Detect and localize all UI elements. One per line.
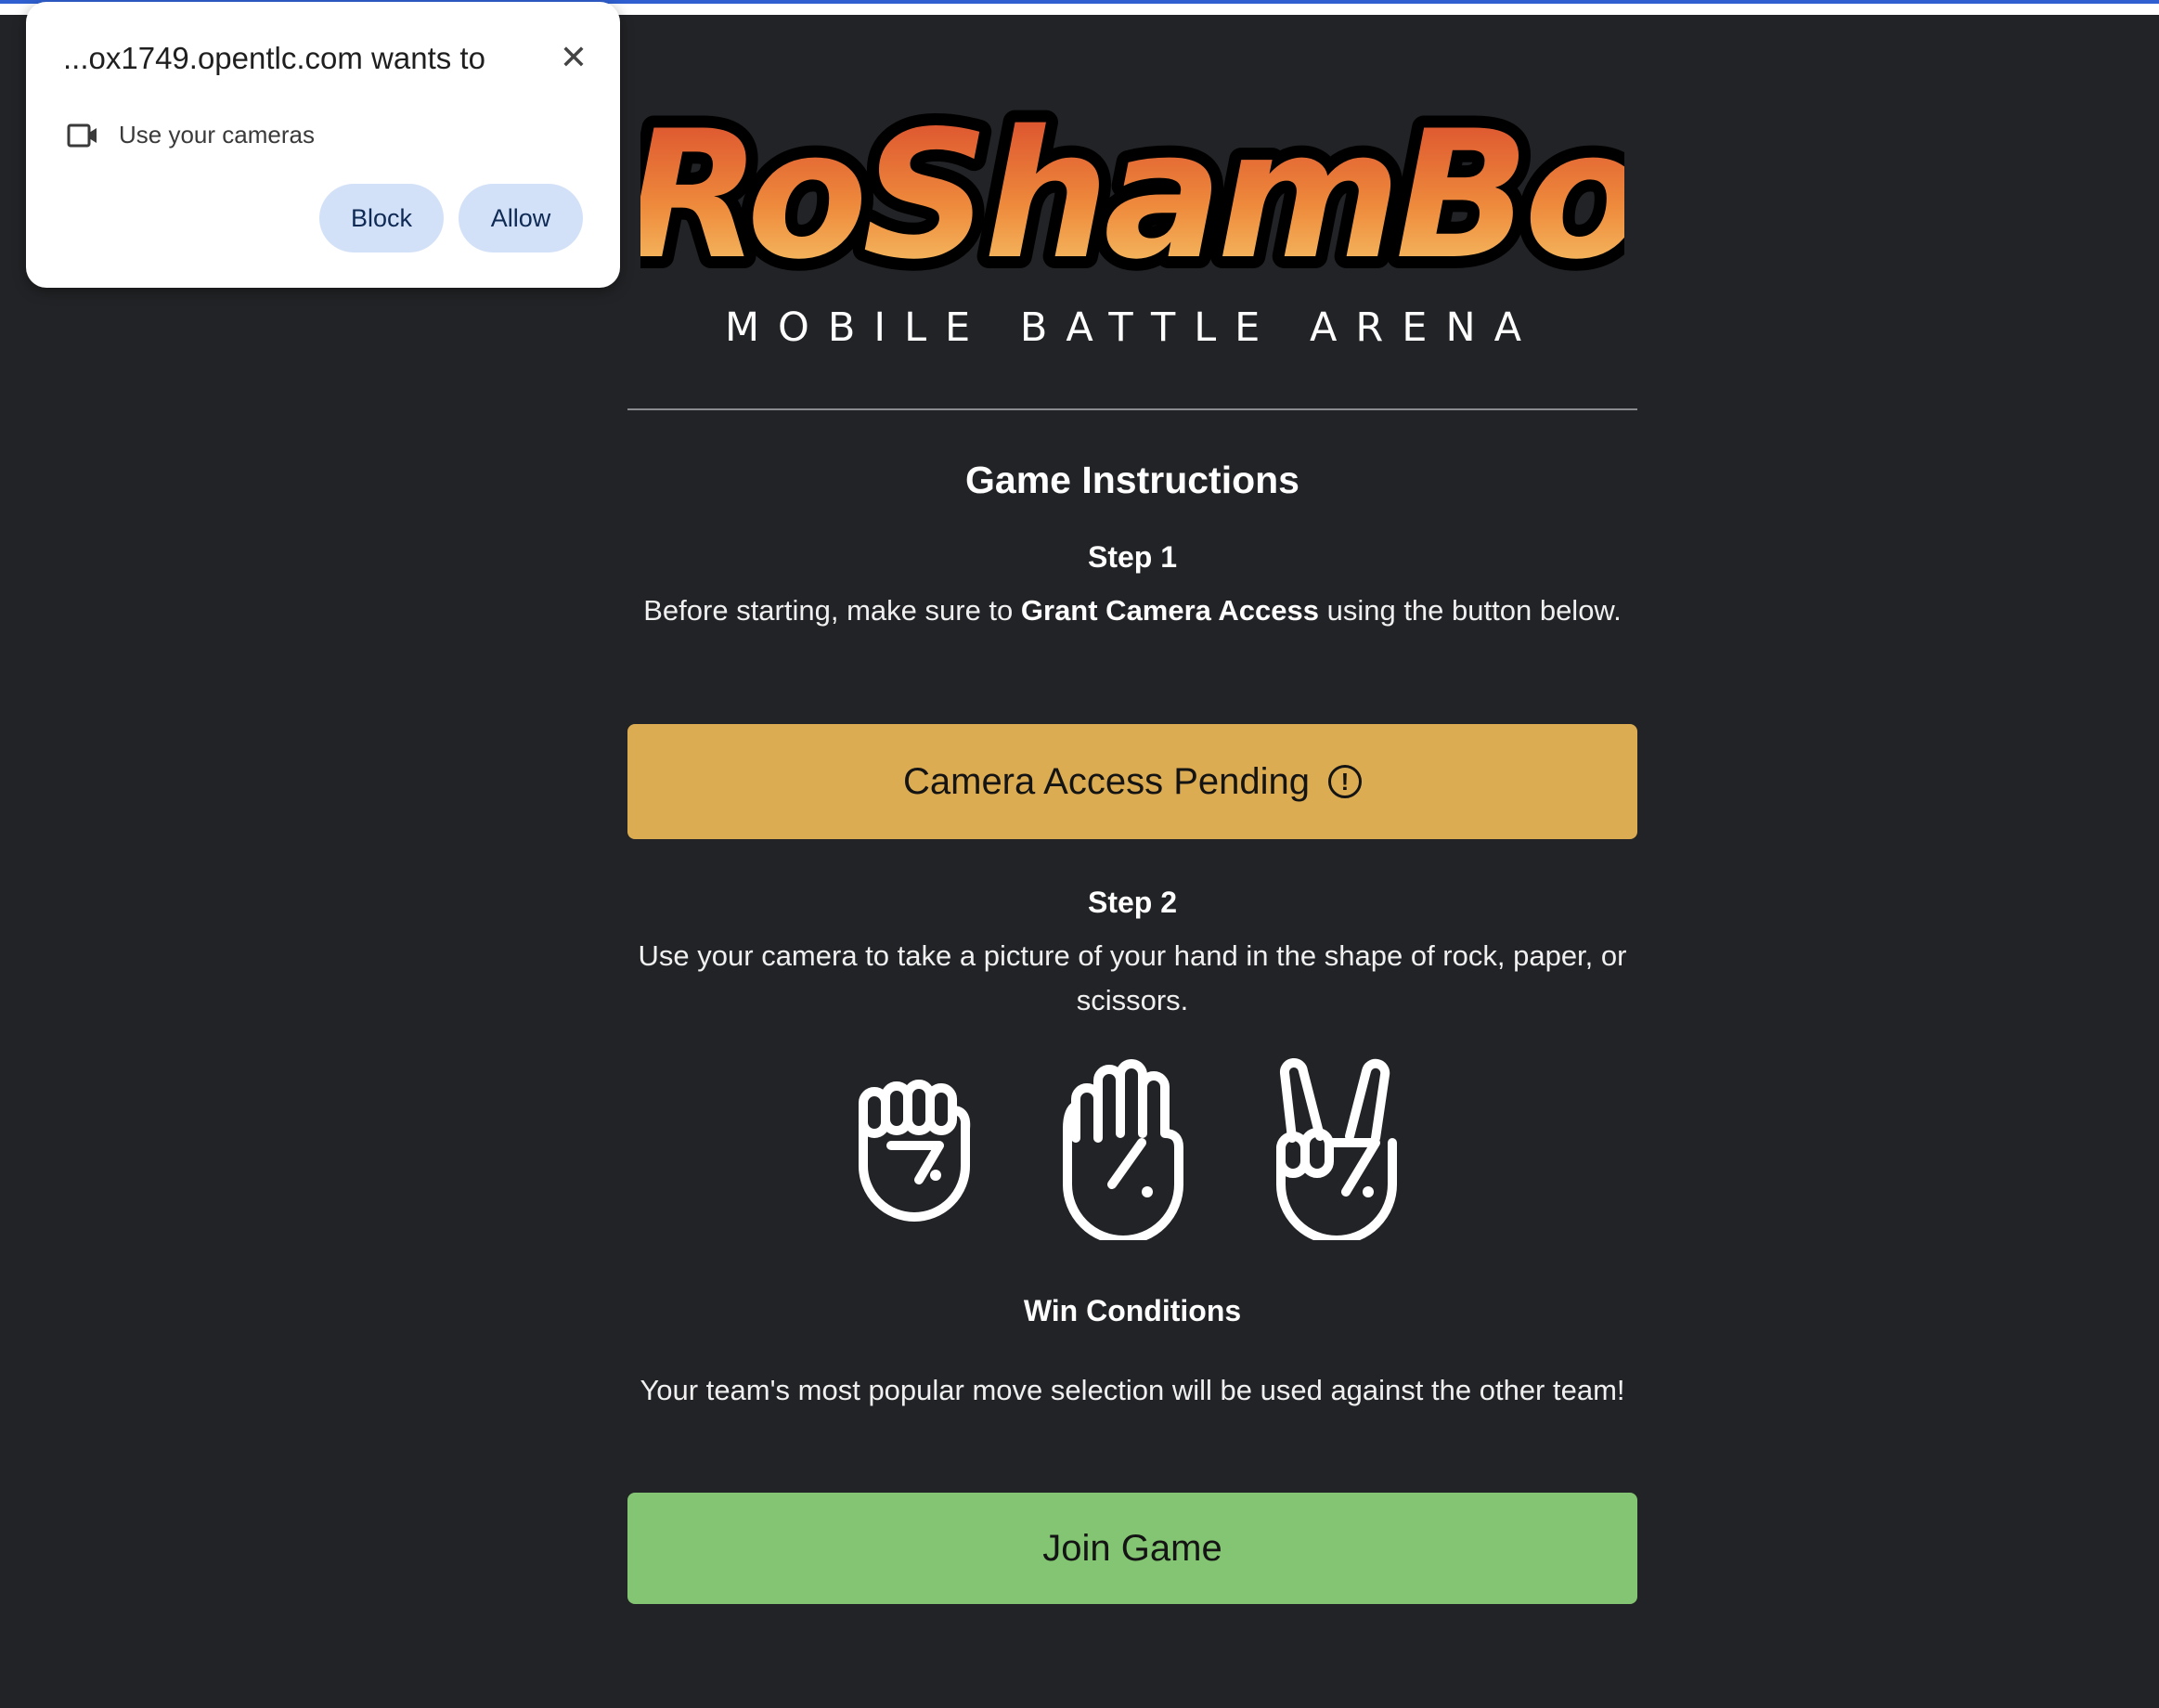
permission-label: Use your cameras xyxy=(119,121,315,149)
roshambo-logo: RoShamBo RoShamBo xyxy=(640,98,1624,293)
exclamation-circle-icon: ! xyxy=(1328,765,1362,798)
win-heading: Win Conditions xyxy=(1023,1294,1242,1327)
video-camera-icon xyxy=(67,123,97,147)
join-game-label: Join Game xyxy=(1042,1527,1222,1569)
scissors-hand-icon xyxy=(1276,1058,1397,1240)
hand-gestures xyxy=(835,1055,1429,1259)
camera-permission-popup: ...ox1749.opentlc.com wants to ✕ Use you… xyxy=(26,2,620,288)
permission-row: Use your cameras xyxy=(67,121,315,149)
divider xyxy=(627,408,1637,410)
paper-hand-icon xyxy=(1063,1059,1183,1240)
step1-text-bold: Grant Camera Access xyxy=(1020,594,1319,627)
logo-subtitle: MOBILE BATTLE ARENA xyxy=(724,304,1541,351)
rock-hand-icon xyxy=(859,1080,971,1222)
step1-text-before: Before starting, make sure to xyxy=(643,594,1021,627)
step2-heading: Step 2 xyxy=(1087,886,1178,919)
close-icon[interactable]: ✕ xyxy=(555,39,592,76)
instructions-title: Game Instructions xyxy=(965,459,1299,501)
camera-access-button[interactable]: Camera Access Pending ! xyxy=(627,724,1637,839)
allow-button[interactable]: Allow xyxy=(459,184,583,252)
camera-access-label: Camera Access Pending xyxy=(902,760,1310,802)
logo-wordmark: RoShamBo xyxy=(640,98,1624,293)
win-text: Your team's most popular move selection … xyxy=(640,1374,1625,1406)
step1-text-after: using the button below. xyxy=(1318,594,1622,627)
popup-title: ...ox1749.opentlc.com wants to xyxy=(63,41,485,75)
step1-text: Before starting, make sure to Grant Came… xyxy=(627,589,1637,633)
step2-text: Use your camera to take a picture of you… xyxy=(638,939,1627,1016)
step1-heading: Step 1 xyxy=(1087,540,1178,574)
svg-text:RoShamBo: RoShamBo xyxy=(640,98,1624,293)
join-game-button[interactable]: Join Game xyxy=(627,1493,1637,1604)
block-button[interactable]: Block xyxy=(319,184,444,252)
